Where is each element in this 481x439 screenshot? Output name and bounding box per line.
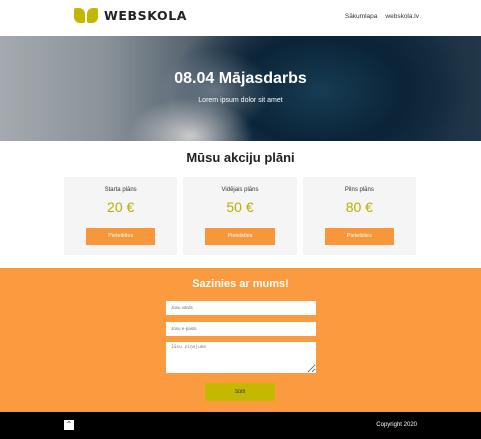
copyright-text: Copyright 2020 [376, 422, 417, 428]
plan-card-medium: Vidējais plāns 50 € Pieteikties [183, 177, 297, 255]
name-field[interactable] [166, 301, 316, 315]
email-field[interactable] [166, 322, 316, 336]
plan-name: Vidējais plāns [221, 187, 259, 193]
apply-button[interactable]: Pieteikties [205, 228, 275, 245]
logo-text: WEBSKOLA [104, 8, 188, 23]
plan-price: 50 € [226, 199, 254, 215]
message-field[interactable] [166, 342, 316, 373]
plan-card-full: Pilns plāns 80 € Pieteikties [302, 177, 416, 255]
plan-name: Pilns plāns [344, 187, 374, 193]
site-header: WEBSKOLA Sākumlapa webskola.lv [0, 0, 481, 36]
nav-link-home[interactable]: Sākumlapa [345, 13, 378, 20]
apply-button[interactable]: Pieteikties [86, 228, 156, 245]
chevron-up-icon[interactable]: ^ [64, 420, 74, 430]
hero-title: 08.04 Mājasdarbs [174, 70, 307, 87]
logo-icon [74, 8, 98, 23]
logo[interactable]: WEBSKOLA [74, 8, 187, 23]
plan-price: 20 € [107, 199, 135, 215]
send-button[interactable]: Sūtīt [205, 383, 275, 401]
logo-leaf-right [87, 8, 98, 23]
contact-title: Sazinies ar mums! [192, 278, 289, 290]
hero-subtitle: Lorem ipsum dolor sit amet [198, 97, 283, 104]
apply-button[interactable]: Pieteikties [324, 228, 394, 245]
main-nav: Sākumlapa webskola.lv [345, 13, 419, 20]
plan-card-starter: Starta plāns 20 € Pieteikties [64, 177, 178, 255]
plans-grid: Starta plāns 20 € Pieteikties Vidējais p… [64, 177, 416, 255]
site-footer: ^ Copyright 2020 [0, 412, 481, 439]
plans-title: Mūsu akciju plāni [186, 150, 295, 165]
contact-section: Sazinies ar mums! Sūtīt [0, 268, 481, 412]
plan-name: Starta plāns [104, 187, 137, 193]
logo-leaf-left [74, 8, 85, 23]
hero-banner: 08.04 Mājasdarbs Lorem ipsum dolor sit a… [0, 36, 481, 141]
plan-price: 80 € [345, 199, 373, 215]
nav-link-webskola[interactable]: webskola.lv [385, 13, 419, 20]
hero-overlay [0, 36, 481, 141]
